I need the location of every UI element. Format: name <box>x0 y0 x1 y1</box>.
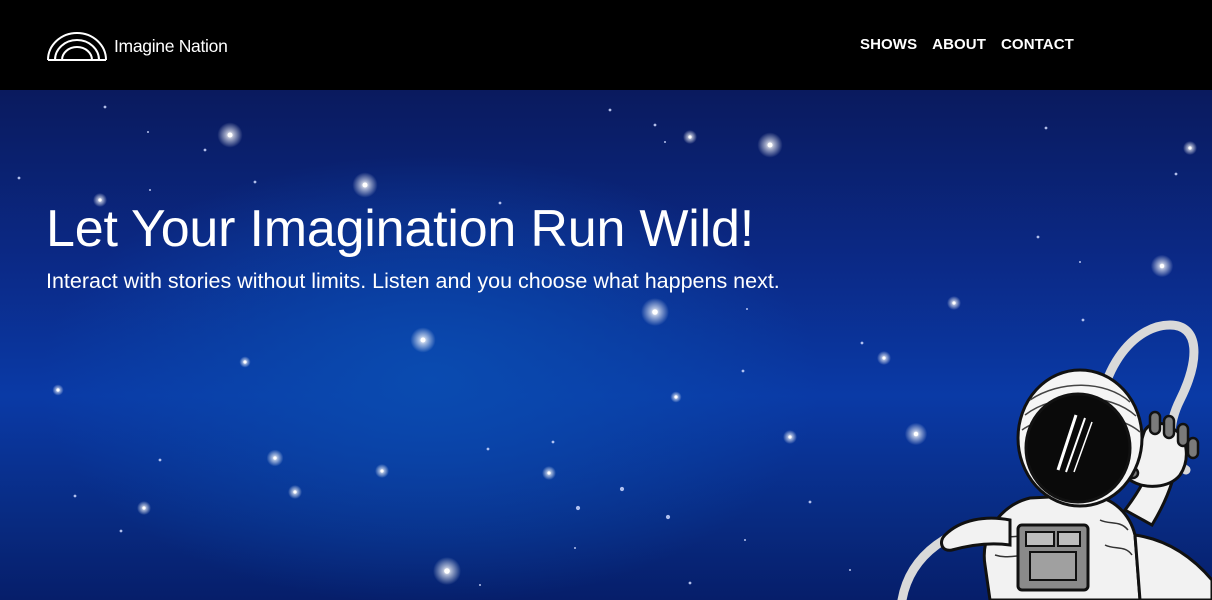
star <box>362 182 368 188</box>
star <box>243 360 247 364</box>
star <box>767 142 773 148</box>
star <box>551 440 555 444</box>
star <box>882 356 886 360</box>
star <box>158 458 162 462</box>
star <box>860 341 864 345</box>
star <box>444 568 450 574</box>
star <box>142 506 146 510</box>
hero-section: Let Your Imagination Run Wild! Interact … <box>0 90 1212 600</box>
hero-title: Let Your Imagination Run Wild! <box>46 200 754 258</box>
star <box>688 581 692 585</box>
star <box>73 494 77 498</box>
star <box>1188 146 1192 150</box>
star <box>573 546 577 550</box>
star <box>1044 126 1048 130</box>
star <box>663 140 667 144</box>
star <box>788 435 792 439</box>
star <box>674 395 678 399</box>
site-header: Imagine Nation SHOWS ABOUT CONTACT <box>0 0 1212 90</box>
star <box>273 456 277 460</box>
star <box>119 529 123 533</box>
star <box>743 538 747 542</box>
nav-link-about[interactable]: ABOUT <box>932 36 986 54</box>
star <box>745 307 749 311</box>
nav-link-shows[interactable]: SHOWS <box>860 36 917 54</box>
star <box>952 301 956 305</box>
star <box>547 471 551 475</box>
star <box>146 130 150 134</box>
nav-link-contact[interactable]: CONTACT <box>1001 36 1074 54</box>
star <box>420 337 426 343</box>
star <box>1036 235 1040 239</box>
brand-logo-link[interactable]: Imagine Nation <box>46 30 228 62</box>
star <box>619 486 625 492</box>
star <box>203 148 207 152</box>
star <box>808 500 812 504</box>
star <box>608 108 612 112</box>
star <box>575 505 581 511</box>
star <box>688 135 692 139</box>
star <box>293 490 297 494</box>
main-nav: SHOWS ABOUT CONTACT <box>860 36 1074 54</box>
astronaut-illustration <box>897 320 1212 600</box>
hero-subtitle: Interact with stories without limits. Li… <box>46 269 780 293</box>
star <box>478 583 482 587</box>
star <box>1159 263 1165 269</box>
star <box>380 469 384 473</box>
star <box>652 309 658 315</box>
star <box>253 180 257 184</box>
star <box>56 388 60 392</box>
star <box>848 568 852 572</box>
star <box>665 514 671 520</box>
star <box>17 176 21 180</box>
star <box>741 369 745 373</box>
star <box>103 105 107 109</box>
star <box>1174 172 1178 176</box>
brand-name: Imagine Nation <box>114 36 228 56</box>
star <box>486 447 490 451</box>
star <box>227 132 233 138</box>
rainbow-logo-icon <box>47 32 107 61</box>
star <box>148 188 152 192</box>
page: Imagine Nation SHOWS ABOUT CONTACT Let Y… <box>0 0 1212 600</box>
star <box>653 123 657 127</box>
star <box>1078 260 1082 264</box>
